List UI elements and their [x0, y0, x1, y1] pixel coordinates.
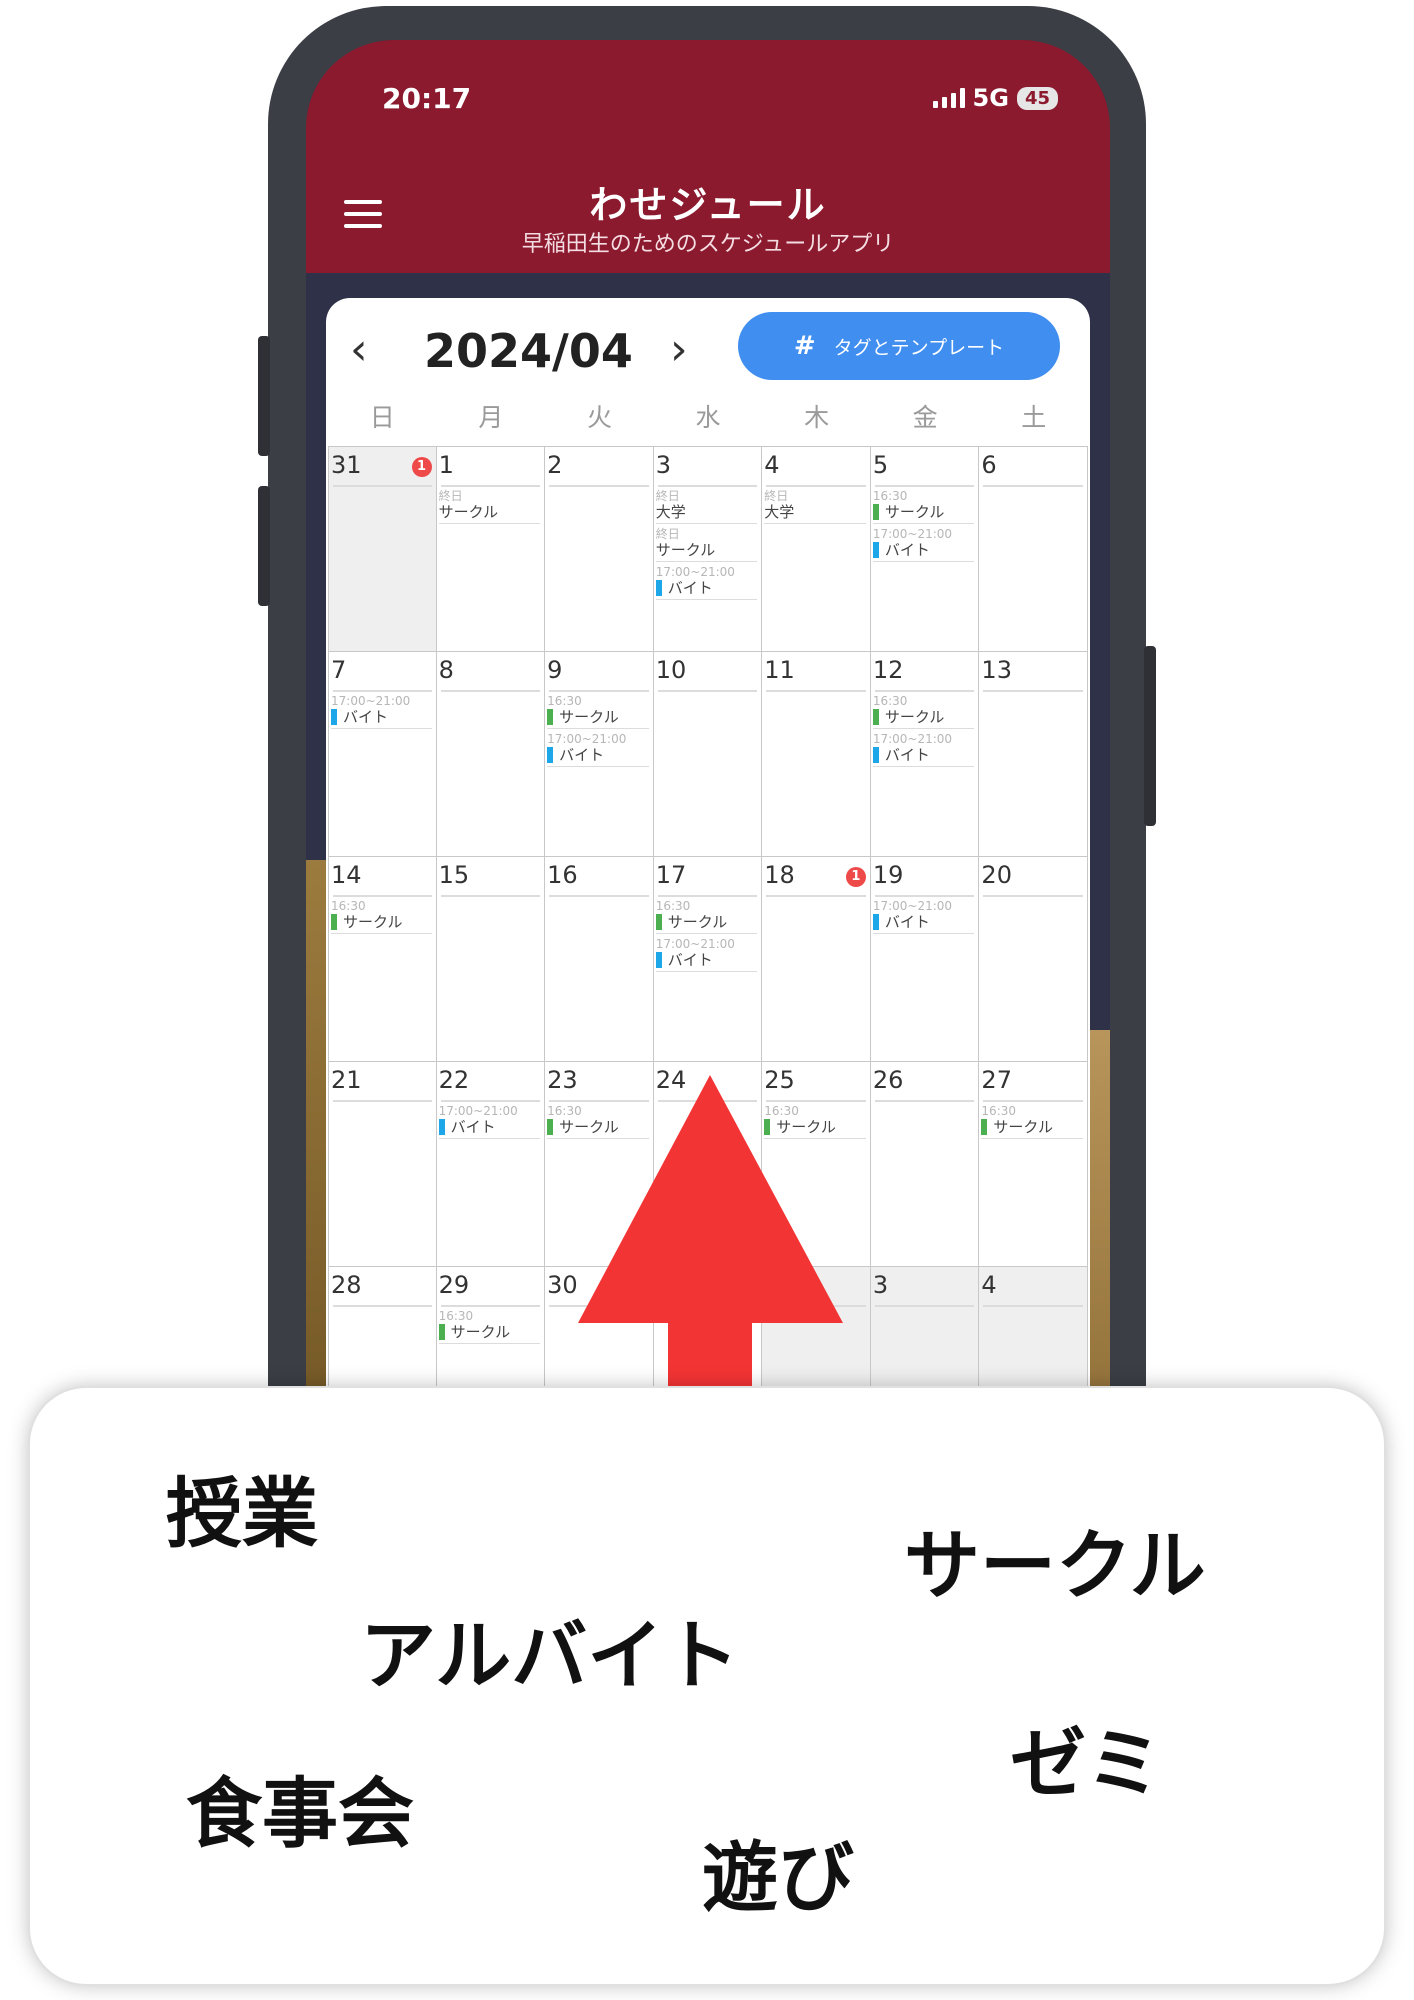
tag-part-time: アルバイト	[360, 1611, 740, 1700]
tag-play: 遊び	[702, 1833, 854, 1922]
tag-circle: サークル	[904, 1521, 1206, 1610]
phone-side-button	[258, 336, 270, 456]
tag-class: 授業	[166, 1469, 318, 1558]
tag-examples-panel: 授業 サークル アルバイト ゼミ 食事会 遊び	[30, 1388, 1384, 1984]
tag-seminar: ゼミ	[1010, 1719, 1162, 1808]
phone-screen: 20:17 5G 45 わせジュール 早稲田生のためのスケジュールアプリ ‹ 2…	[306, 40, 1110, 1500]
arrow-up-icon	[578, 1075, 843, 1500]
phone-side-button	[258, 486, 270, 606]
tag-dinner: 食事会	[186, 1769, 414, 1858]
phone-power-button	[1144, 646, 1156, 826]
